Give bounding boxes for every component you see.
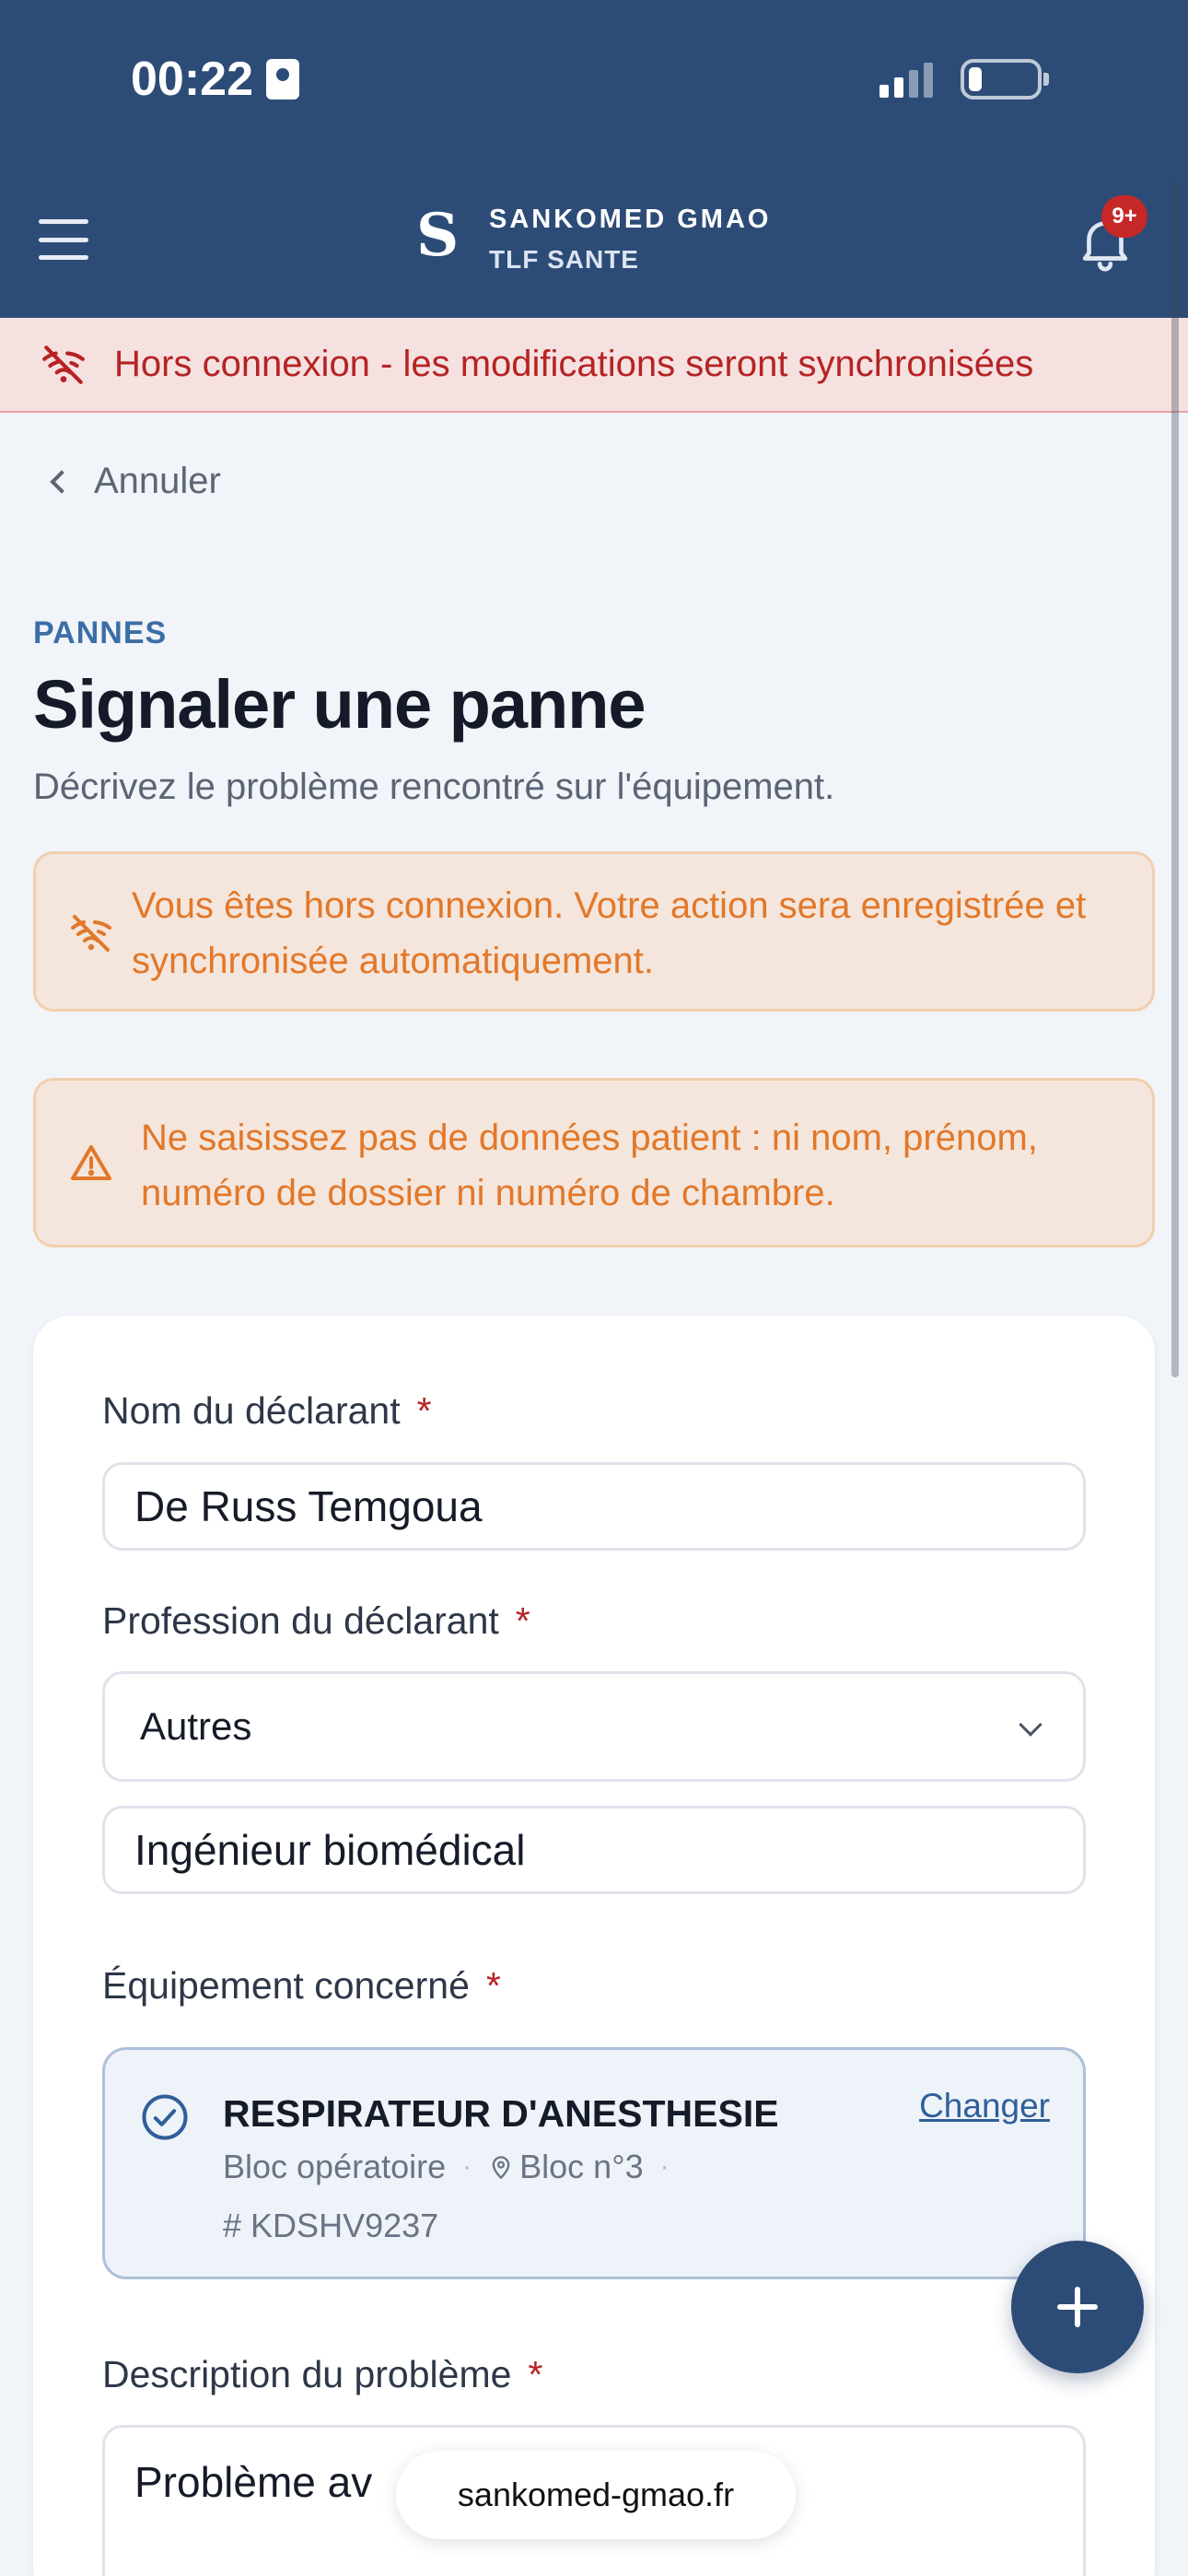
equipment-name: RESPIRATEUR D'ANESTHESIE	[223, 2092, 779, 2135]
page-subtitle: Décrivez le problème rencontré sur l'équ…	[33, 767, 835, 807]
equipment-location: Bloc n°3	[488, 2148, 644, 2186]
description-label-text: Description du problème	[102, 2353, 512, 2395]
page-title: Signaler une panne	[33, 666, 646, 743]
status-time-text: 00:22	[131, 53, 253, 106]
equipment-label: Équipement concerné *	[102, 1964, 501, 2008]
notification-badge: 9+	[1101, 195, 1147, 238]
declarant-name-value: De Russ Temgoua	[134, 1482, 483, 1530]
declarant-label: Nom du déclarant *	[102, 1389, 432, 1433]
description-value: Problème av	[134, 2458, 373, 2506]
browser-url-bar[interactable]: sankomed-gmao.fr	[396, 2451, 796, 2539]
offline-alert-text: Vous êtes hors connexion. Votre action s…	[132, 885, 1087, 981]
warning-triangle-icon	[71, 1145, 111, 1180]
equipment-service: Bloc opératoire	[223, 2148, 447, 2185]
selected-equipment-card: RESPIRATEUR D'ANESTHESIE Changer Bloc op…	[102, 2047, 1086, 2279]
signal-icon	[879, 61, 933, 98]
profession-label-text: Profession du déclarant	[102, 1599, 499, 1642]
profession-other-value: Ingénieur biomédical	[134, 1826, 526, 1874]
chevron-left-icon	[50, 469, 74, 494]
declarant-name-input[interactable]: De Russ Temgoua	[102, 1462, 1086, 1551]
profession-select[interactable]: Autres	[102, 1671, 1086, 1782]
equipment-reference-text: KDSHV9237	[250, 2207, 439, 2244]
check-circle-icon	[142, 2094, 188, 2140]
equipment-location-text: Bloc n°3	[519, 2148, 644, 2185]
scrollbar[interactable]	[1171, 180, 1179, 1377]
separator-dot: ·	[462, 2151, 472, 2182]
map-pin-icon	[492, 2156, 510, 2179]
required-marker: *	[515, 1599, 530, 1642]
hash-icon: #	[223, 2207, 242, 2244]
brand-name: SANKOMED GMAO	[489, 205, 772, 234]
required-marker: *	[416, 1389, 432, 1432]
chevron-down-icon	[1019, 1713, 1042, 1737]
equipment-label-text: Équipement concerné	[102, 1964, 470, 2007]
privacy-alert: Ne saisissez pas de données patient : ni…	[33, 1078, 1155, 1247]
browser-url-text: sankomed-gmao.fr	[457, 2476, 735, 2513]
cancel-label: Annuler	[94, 461, 221, 501]
offline-banner: Hors connexion - les modifications seron…	[0, 318, 1188, 413]
description-label: Description du problème *	[102, 2353, 542, 2396]
profession-select-value: Autres	[140, 1704, 252, 1748]
cancel-link[interactable]: Annuler	[46, 461, 221, 502]
menu-icon[interactable]	[39, 219, 88, 260]
required-marker: *	[485, 1964, 501, 2007]
contact-card-icon	[266, 59, 299, 100]
profession-other-input[interactable]: Ingénieur biomédical	[102, 1806, 1086, 1894]
status-bar-time: 00:22	[131, 52, 299, 107]
brand-logo: S	[416, 201, 460, 270]
add-button[interactable]	[1011, 2241, 1144, 2373]
required-marker: *	[528, 2353, 543, 2395]
brand-subtitle: TLF SANTE	[489, 245, 639, 274]
declarant-label-text: Nom du déclarant	[102, 1389, 401, 1432]
offline-alert: Vous êtes hors connexion. Votre action s…	[33, 851, 1155, 1012]
change-equipment-link[interactable]: Changer	[919, 2087, 1050, 2125]
offline-banner-text: Hors connexion - les modifications seron…	[114, 344, 1034, 384]
section-label: PANNES	[33, 615, 168, 650]
privacy-alert-text: Ne saisissez pas de données patient : ni…	[141, 1118, 1038, 1213]
app-header: 00:22 S SANKOMED GMAO TLF SANTE 9+	[0, 0, 1188, 318]
battery-icon	[961, 59, 1049, 100]
profession-label: Profession du déclarant *	[102, 1599, 530, 1643]
wifi-off-icon	[71, 915, 111, 952]
wifi-off-icon	[42, 345, 85, 384]
separator-dot: ·	[659, 2151, 670, 2182]
equipment-reference: # KDSHV9237	[223, 2207, 438, 2245]
equipment-meta: Bloc opératoire · Bloc n°3 ·	[223, 2148, 670, 2186]
